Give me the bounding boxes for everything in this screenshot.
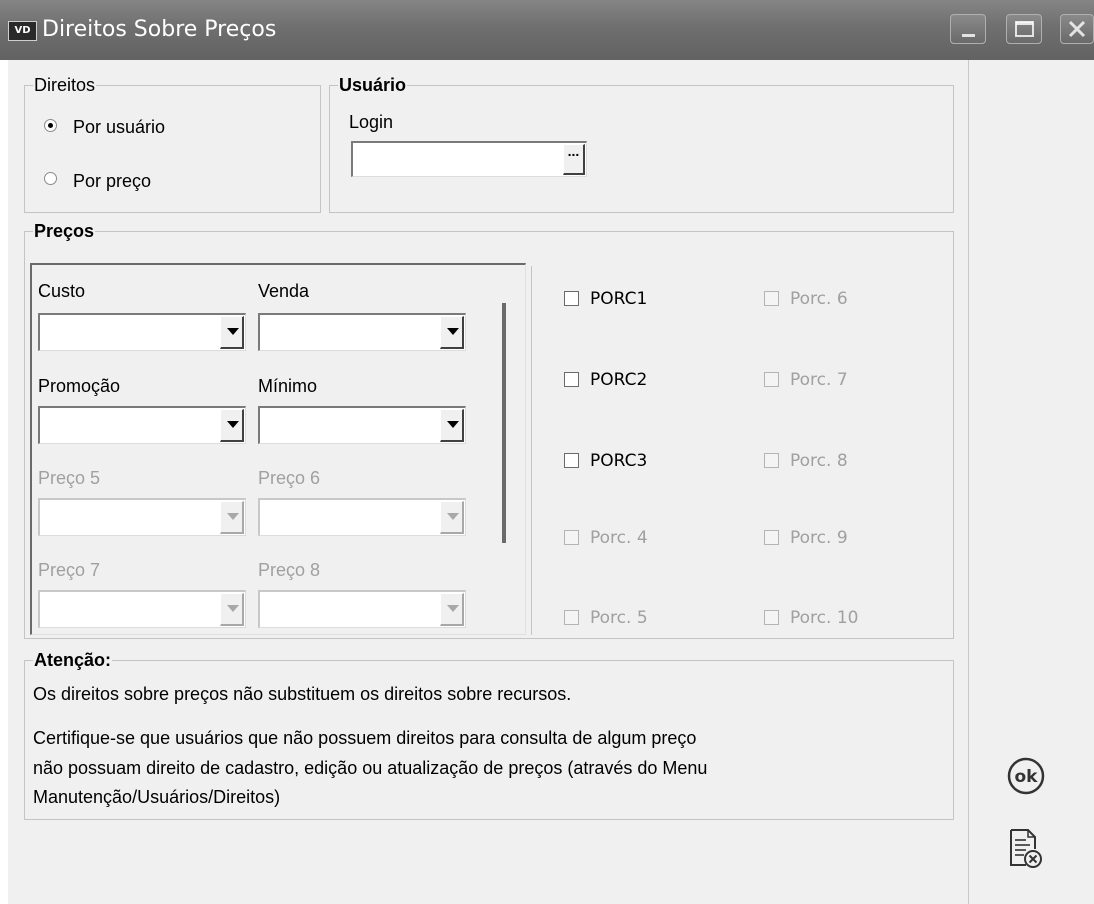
porc8-label[interactable]: Porc. 8 (790, 450, 848, 472)
title-bar: VD Direitos Sobre Preços (0, 0, 1094, 60)
direitos-group-title: Direitos (33, 74, 97, 96)
atencao-group-title: Atenção: (33, 649, 113, 671)
preco5-label: Preço 5 (38, 468, 101, 488)
maximize-icon (1015, 21, 1034, 37)
chevron-down-icon (447, 328, 459, 335)
preco7-label: Preço 7 (38, 560, 101, 580)
porc4-label[interactable]: Porc. 4 (590, 527, 648, 549)
preco6-dropdown-button[interactable] (440, 501, 464, 534)
atencao-line-1: Os direitos sobre preços não substituem … (33, 684, 572, 704)
porc2-checkbox[interactable] (564, 372, 579, 387)
preco6-label: Preço 6 (258, 468, 321, 488)
maximize-button[interactable] (1006, 14, 1042, 44)
porc9-label[interactable]: Porc. 9 (790, 527, 848, 549)
app-icon: VD (8, 21, 37, 41)
usuario-group: Usuário Login ... (329, 74, 954, 213)
chevron-down-icon (227, 605, 239, 612)
atencao-group: Atenção: Os direitos sobre preços não su… (24, 649, 954, 820)
minimo-label: Mínimo (258, 376, 318, 396)
direitos-group: Direitos Por usuário Por preço (24, 74, 321, 213)
preco5-dropdown-button[interactable] (220, 501, 244, 534)
porc1-checkbox[interactable] (564, 291, 579, 306)
porc4-checkbox[interactable] (564, 530, 579, 545)
porc3-label[interactable]: PORC3 (590, 450, 647, 472)
dialog-body: Direitos Por usuário Por preço Usuário L… (8, 60, 968, 904)
porc7-checkbox[interactable] (764, 372, 779, 387)
porc2-label[interactable]: PORC2 (590, 369, 647, 391)
close-button[interactable] (1060, 14, 1094, 44)
document-cancel-icon (1010, 829, 1042, 868)
login-label: Login (349, 112, 394, 132)
porc5-checkbox[interactable] (564, 610, 579, 625)
preco6-combo[interactable] (258, 498, 466, 536)
radio-por-usuario[interactable] (44, 119, 57, 132)
porc7-label[interactable]: Porc. 7 (790, 369, 848, 391)
minimize-icon (962, 34, 975, 37)
atencao-line-3: não possuam direito de cadastro, edição … (33, 758, 708, 778)
radio-por-preco[interactable] (44, 172, 57, 185)
login-lookup-button[interactable]: ... (563, 144, 585, 175)
promocao-combo[interactable] (38, 406, 246, 444)
preco5-combo[interactable] (38, 498, 246, 536)
promocao-label: Promoção (38, 376, 121, 396)
porc10-label[interactable]: Porc. 10 (790, 607, 858, 629)
precos-group-title: Preços (33, 220, 96, 242)
minimo-dropdown-button[interactable] (440, 409, 464, 442)
porc5-label[interactable]: Porc. 5 (590, 607, 648, 629)
minimize-button[interactable] (950, 14, 986, 44)
chevron-down-icon (447, 605, 459, 612)
porc8-checkbox[interactable] (764, 453, 779, 468)
preco8-dropdown-button[interactable] (440, 593, 464, 626)
atencao-line-2: Certifique-se que usuários que não possu… (33, 728, 697, 748)
ok-circle-icon: ok (1007, 757, 1045, 795)
chevron-down-icon (227, 421, 239, 428)
chevron-down-icon (227, 513, 239, 520)
precos-divider (531, 266, 532, 635)
venda-label: Venda (258, 281, 310, 301)
porc1-label[interactable]: PORC1 (590, 288, 647, 310)
ok-text: ok (1015, 767, 1039, 787)
close-icon (1068, 20, 1086, 38)
custo-dropdown-button[interactable] (220, 316, 244, 349)
preco8-combo[interactable] (258, 590, 466, 628)
radio-selected-dot (48, 123, 53, 128)
window-title: Direitos Sobre Preços (42, 17, 277, 42)
vertical-scrollbar[interactable] (502, 303, 506, 543)
porc6-label[interactable]: Porc. 6 (790, 288, 848, 310)
login-input[interactable]: ... (351, 141, 587, 177)
chevron-down-icon (447, 513, 459, 520)
precos-scroll-pane[interactable]: Custo Venda Promoção Mínimo Preço 5 Preç… (30, 263, 526, 635)
radio-por-usuario-label[interactable]: Por usuário (73, 116, 165, 138)
cancel-button[interactable] (1006, 827, 1046, 876)
porc9-checkbox[interactable] (764, 530, 779, 545)
custo-label: Custo (38, 281, 86, 301)
porc6-checkbox[interactable] (764, 291, 779, 306)
venda-dropdown-button[interactable] (440, 316, 464, 349)
chevron-down-icon (447, 421, 459, 428)
usuario-group-title: Usuário (338, 74, 408, 96)
porc10-checkbox[interactable] (764, 610, 779, 625)
minimo-combo[interactable] (258, 406, 466, 444)
promocao-dropdown-button[interactable] (220, 409, 244, 442)
chevron-down-icon (227, 328, 239, 335)
radio-por-preco-label[interactable]: Por preço (73, 170, 151, 192)
preco7-combo[interactable] (38, 590, 246, 628)
atencao-line-4: Manutenção/Usuários/Direitos) (33, 787, 281, 807)
venda-combo[interactable] (258, 313, 466, 351)
preco7-dropdown-button[interactable] (220, 593, 244, 626)
ok-button[interactable]: ok (1006, 756, 1050, 805)
preco8-label: Preço 8 (258, 560, 321, 580)
action-panel: ok (968, 60, 1094, 904)
porc3-checkbox[interactable] (564, 453, 579, 468)
custo-combo[interactable] (38, 313, 246, 351)
